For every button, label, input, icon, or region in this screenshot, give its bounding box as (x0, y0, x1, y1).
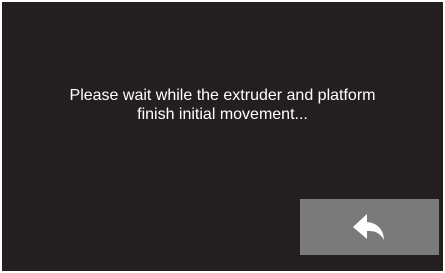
status-message: Please wait while the extruder and platf… (2, 86, 443, 124)
status-message-line-1: Please wait while the extruder and platf… (69, 87, 376, 104)
printer-screen: Please wait while the extruder and platf… (0, 0, 445, 273)
back-button[interactable] (300, 199, 439, 255)
back-arrow-icon (352, 214, 384, 240)
status-message-line-2: finish initial movement... (137, 106, 308, 123)
